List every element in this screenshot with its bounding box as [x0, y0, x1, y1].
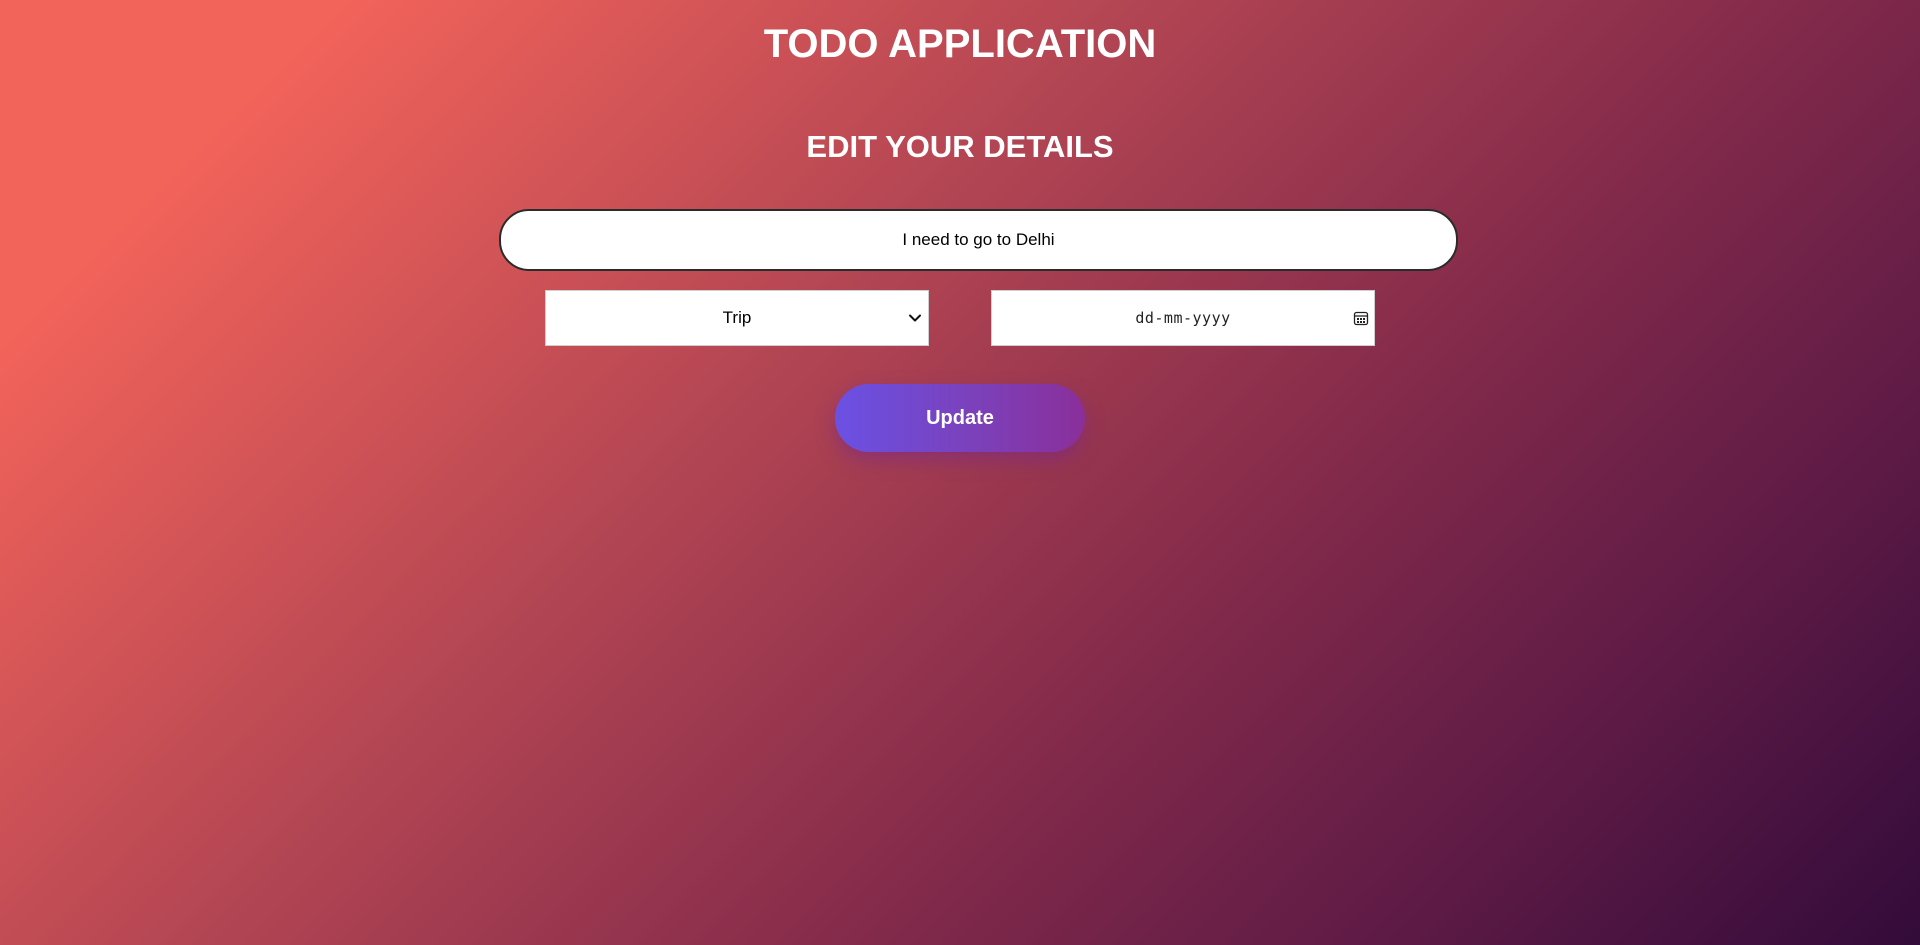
- calendar-icon[interactable]: [1353, 310, 1369, 326]
- app-title: TODO APPLICATION: [763, 22, 1157, 66]
- date-input[interactable]: dd-mm-yyyy: [991, 290, 1375, 346]
- chevron-down-icon: [909, 314, 921, 322]
- category-select-value: Trip: [722, 308, 752, 327]
- date-placeholder: dd-mm-yyyy: [1135, 309, 1231, 327]
- update-button[interactable]: Update: [835, 384, 1085, 452]
- category-select[interactable]: Trip: [545, 290, 929, 346]
- form-heading: EDIT YOUR DETAILS: [806, 129, 1114, 164]
- task-input[interactable]: [499, 209, 1458, 271]
